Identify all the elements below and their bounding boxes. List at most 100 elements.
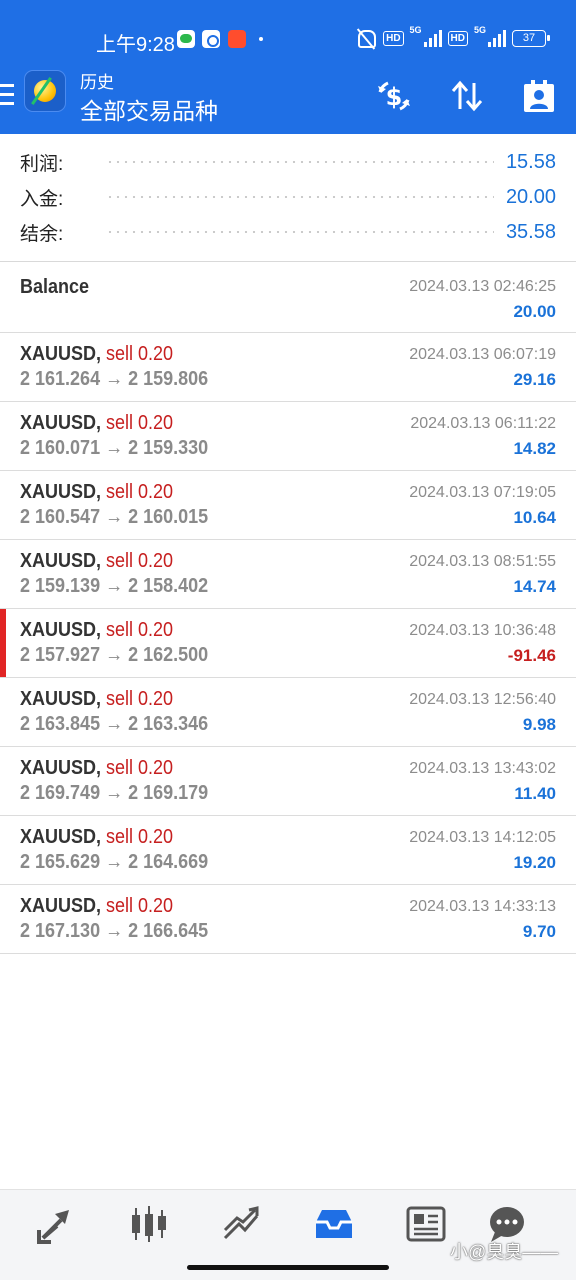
app-bar: 历史 全部交易品种 $ [0,62,576,134]
deal-symbol: XAUUSD, sell 0.20 [20,343,173,366]
deal-profit: 14.82 [513,439,556,458]
deal-prices: 2 169.749 → 2 169.179 [20,782,208,805]
loss-marker [0,609,6,677]
arrow-icon: → [105,920,124,942]
deal-prices: 2 160.071 → 2 159.330 [20,437,208,460]
deal-profit: 19.20 [513,853,556,872]
deal-side: sell 0.20 [106,550,174,572]
deal-symbol: XAUUSD, sell 0.20 [20,826,173,849]
deal-symbol: XAUUSD, sell 0.20 [20,688,173,711]
home-indicator[interactable] [187,1265,389,1270]
close-price: 2 160.015 [128,506,209,528]
deal-symbol: XAUUSD, sell 0.20 [20,550,173,573]
deal-prices: 2 157.927 → 2 162.500 [20,644,208,667]
summary-panel: 利润: 15.58 入金: 20.00 结余: 35.58 [0,134,576,262]
quotes-icon[interactable] [35,1204,79,1244]
close-price: 2 158.402 [128,575,209,597]
dotted-leader [106,231,494,233]
deal-row[interactable]: XAUUSD, sell 0.20 2 169.749 → 2 169.179 20… [0,747,576,816]
deal-row[interactable]: XAUUSD, sell 0.20 2 167.130 → 2 166.645 20… [0,885,576,954]
balance-row[interactable]: Balance 2024.03.13 02:46:25 20.00 [0,262,576,333]
open-price: 2 160.547 [20,506,101,528]
deal-side: sell 0.20 [106,343,174,365]
arrow-icon: → [105,437,124,459]
deal-profit: -91.46 [507,646,556,665]
symbol-name: XAUUSD, [20,757,102,779]
deal-time: 2024.03.13 12:56:40 [409,691,556,708]
history-list: Balance 2024.03.13 02:46:25 20.00 XAUUSD… [0,262,576,954]
symbol-name: XAUUSD, [20,826,102,848]
metatrader-logo-icon[interactable] [24,70,66,112]
deal-prices: 2 159.139 → 2 158.402 [20,575,208,598]
deal-prices: 2 160.547 → 2 160.015 [20,506,208,529]
currency-exchange-icon[interactable]: $ [376,78,412,114]
deal-profit: 9.70 [522,922,556,941]
deal-prices: 2 167.130 → 2 166.645 [20,920,208,943]
deal-row[interactable]: XAUUSD, sell 0.20 2 157.927 → 2 162.500 20… [0,609,576,678]
deal-symbol: XAUUSD, sell 0.20 [20,481,173,504]
deal-row[interactable]: XAUUSD, sell 0.20 2 160.547 → 2 160.015 20… [0,471,576,540]
deal-time: 2024.03.13 08:51:55 [409,553,556,570]
deal-time: 2024.03.13 14:33:13 [409,898,556,915]
open-price: 2 159.139 [20,575,101,597]
deal-row[interactable]: XAUUSD, sell 0.20 2 161.264 → 2 159.806 20… [0,333,576,402]
hd-badge: HD [383,30,404,46]
symbol-name: XAUUSD, [20,550,102,572]
status-indicators: HD 5G HD 5G 37 [355,25,550,49]
close-price: 2 164.669 [128,851,209,873]
close-price: 2 163.346 [128,713,209,735]
deal-prices: 2 163.845 → 2 163.346 [20,713,208,736]
hd-badge-2: HD [447,30,468,46]
symbol-name: XAUUSD, [20,343,102,365]
symbol-filter-title[interactable]: 全部交易品种 [80,92,218,126]
deal-profit: 11.40 [514,784,556,803]
open-price: 2 163.845 [20,713,101,735]
summary-value: 35.58 [505,220,556,243]
deal-side: sell 0.20 [106,895,174,917]
arrow-icon: → [105,575,124,597]
sort-icon[interactable] [449,78,485,114]
deal-profit: 10.64 [513,508,556,527]
summary-value: 20.00 [505,185,556,208]
symbol-name: XAUUSD, [20,481,102,503]
symbol-name: XAUUSD, [20,619,102,641]
menu-icon[interactable] [0,84,14,106]
deal-row[interactable]: XAUUSD, sell 0.20 2 160.071 → 2 159.330 20… [0,402,576,471]
taobao-notification-icon [228,30,246,48]
dotted-leader [106,161,494,163]
close-price: 2 159.806 [128,368,209,390]
trade-icon[interactable] [219,1204,263,1244]
chart-icon[interactable] [127,1204,171,1244]
news-icon[interactable] [404,1204,448,1244]
deal-time: 2024.03.13 10:36:48 [409,622,556,639]
history-icon[interactable] [312,1204,356,1244]
open-price: 2 157.927 [20,644,101,666]
svg-text:$: $ [386,83,403,111]
summary-label: 入金: [20,188,64,210]
deal-symbol: XAUUSD, sell 0.20 [20,619,173,642]
page-subtitle: 历史 [80,73,114,92]
watermark-text: 小@臭臭—— [450,1242,559,1262]
deal-time: 2024.03.13 14:12:05 [409,829,556,846]
deal-symbol: XAUUSD, sell 0.20 [20,895,173,918]
deal-row[interactable]: XAUUSD, sell 0.20 2 159.139 → 2 158.402 20… [0,540,576,609]
deal-profit: 14.74 [513,577,556,596]
deal-time: 2024.03.13 06:11:22 [410,415,556,432]
deal-row[interactable]: XAUUSD, sell 0.20 2 165.629 → 2 164.669 20… [0,816,576,885]
deal-profit: 29.16 [513,370,556,389]
arrow-icon: → [105,368,124,390]
deal-side: sell 0.20 [106,757,174,779]
person-card-icon[interactable] [521,78,557,114]
signal-icon-2: 5G [474,25,506,47]
battery-icon: 37 [512,29,550,47]
symbol-name: XAUUSD, [20,412,102,434]
arrow-icon: → [105,851,124,873]
summary-label: 利润: [20,153,64,175]
deal-time: 2024.03.13 02:46:25 [409,278,556,295]
deal-side: sell 0.20 [106,412,174,434]
summary-deposit-row: 入金: 20.00 [20,180,556,214]
arrow-icon: → [105,782,124,804]
symbol-name: XAUUSD, [20,895,102,917]
deal-row[interactable]: XAUUSD, sell 0.20 2 163.845 → 2 163.346 20… [0,678,576,747]
arrow-icon: → [105,506,124,528]
